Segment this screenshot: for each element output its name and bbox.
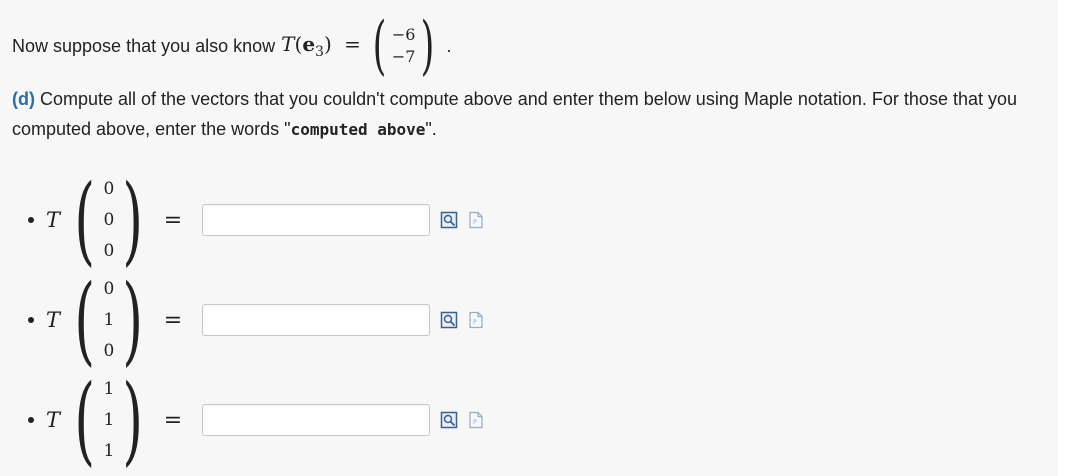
vector-entry: 0: [103, 178, 115, 199]
code-phrase: computed above: [290, 120, 426, 139]
maple-help-icon[interactable]: P: [468, 411, 484, 429]
question-panel: Now suppose that you also know T(e3) = (…: [0, 0, 1058, 476]
given-column-vector: ( −6 −7 ): [372, 9, 435, 83]
intro-text: Now suppose that you also know: [12, 35, 276, 56]
vector-entry: 1: [103, 440, 115, 461]
input-column-vector: ( 1 1 1 ): [74, 364, 144, 476]
basis-subscript: 3: [315, 44, 324, 60]
instruction-end: ".: [425, 119, 437, 139]
input-column-vector: ( 0 1 0 ): [74, 264, 144, 376]
equals-sign: =: [163, 407, 183, 433]
period: .: [446, 35, 452, 56]
bullet: [28, 317, 34, 323]
function-symbol: T: [46, 308, 61, 332]
answer-input[interactable]: [202, 304, 431, 336]
vector-entry: 1: [103, 378, 115, 399]
vector-entry: 0: [103, 209, 115, 230]
vector-entry: 1: [103, 309, 115, 330]
svg-text:P: P: [473, 419, 477, 426]
svg-text:P: P: [473, 319, 477, 326]
function-symbol: T: [46, 208, 61, 232]
preview-icon[interactable]: [440, 411, 458, 429]
equals-sign: =: [163, 307, 183, 333]
preview-icon[interactable]: [440, 211, 458, 229]
question-text: (d) Compute all of the vectors that you …: [12, 84, 1057, 145]
input-column-vector: ( 0 0 0 ): [74, 164, 144, 276]
answer-row: T ( 0 0 0 ) = P: [28, 170, 548, 270]
basis-vector: e: [302, 32, 316, 56]
instruction-text: Compute all of the vectors that you coul…: [12, 89, 1018, 139]
part-label: (d): [12, 89, 35, 109]
svg-text:P: P: [473, 219, 477, 226]
function-symbol: T: [281, 32, 295, 56]
answer-input[interactable]: [202, 404, 431, 436]
vector-entry: 1: [103, 409, 115, 430]
preview-icon[interactable]: [440, 311, 458, 329]
given-expression: T(e3) =: [281, 32, 367, 60]
given-value: −7: [391, 47, 416, 66]
vector-entry: 0: [103, 340, 115, 361]
close-paren: ): [323, 32, 332, 56]
function-symbol: T: [46, 408, 61, 432]
answer-input[interactable]: [202, 204, 431, 236]
vector-entry: 0: [103, 240, 115, 261]
bullet: [28, 217, 34, 223]
maple-help-icon[interactable]: P: [468, 211, 484, 229]
equals-sign: =: [163, 207, 183, 233]
answer-row: T ( 0 1 0 ) = P: [28, 270, 548, 370]
bullet: [28, 417, 34, 423]
given-value: −6: [391, 25, 416, 44]
maple-help-icon[interactable]: P: [468, 311, 484, 329]
answer-row: T ( 1 1 1 ) = P: [28, 370, 548, 470]
vector-entry: 0: [103, 278, 115, 299]
given-statement: Now suppose that you also know T(e3) = (…: [12, 10, 451, 82]
equals-sign: =: [344, 32, 361, 56]
